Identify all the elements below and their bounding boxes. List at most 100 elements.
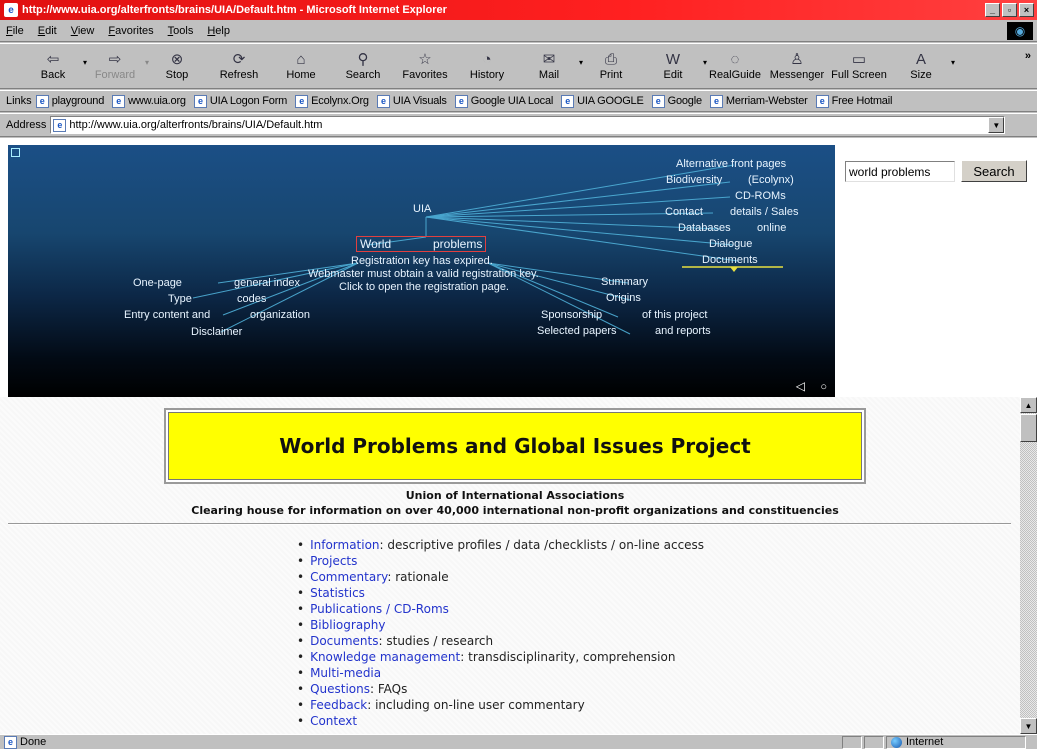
map-node-general-index[interactable]: general index (234, 277, 300, 289)
link-knowledge-management[interactable]: Knowledge management (310, 650, 460, 664)
menu-edit[interactable]: Edit (38, 25, 57, 37)
search-toolbar-button[interactable]: ⚲ Search (332, 44, 394, 88)
toolbar-overflow-icon[interactable]: » (1025, 50, 1031, 62)
map-node-of-this-project[interactable]: of this project (642, 309, 707, 321)
mail-button[interactable]: ✉ Mail ▾ (518, 44, 583, 88)
registration-notice-line3[interactable]: Click to open the registration page. (339, 281, 509, 293)
map-node-biodiversity[interactable]: Biodiversity (666, 174, 722, 186)
address-dropdown-icon[interactable]: ▼ (988, 117, 1005, 133)
link-questions[interactable]: Questions (310, 682, 370, 696)
scroll-down-icon[interactable]: ▼ (1020, 718, 1037, 734)
link-statistics[interactable]: Statistics (310, 586, 365, 600)
page-icon: e (4, 735, 17, 749)
map-node-entry-content[interactable]: Entry content and (124, 309, 210, 321)
org-name: Union of International Associations (405, 489, 625, 502)
vertical-scrollbar[interactable]: ▲ ▼ (1020, 397, 1037, 734)
list-item: Multi-media (297, 665, 704, 681)
registration-notice-line1[interactable]: Registration key has expired. (351, 255, 493, 267)
link-bibliography[interactable]: Bibliography (310, 618, 385, 632)
map-node-codes[interactable]: codes (237, 293, 266, 305)
map-node-origins[interactable]: Origins (606, 292, 641, 304)
map-node-details-sales[interactable]: details / Sales (730, 206, 798, 218)
map-back-icon[interactable]: ◁ (796, 379, 805, 393)
edit-button[interactable]: W Edit ▾ (642, 44, 707, 88)
link-uia-logon-form[interactable]: e UIA Logon Form (193, 94, 287, 108)
link-google[interactable]: e Google (651, 94, 702, 108)
list-item: Questions: FAQs (297, 681, 704, 697)
map-node-sponsorship[interactable]: Sponsorship (541, 309, 602, 321)
registration-notice-line2[interactable]: Webmaster must obtain a valid registrati… (308, 268, 539, 280)
list-item: Commentary: rationale (297, 569, 704, 585)
link-uia-google[interactable]: e UIA GOOGLE (561, 94, 644, 108)
search-button[interactable]: Search (961, 160, 1027, 182)
menu-favorites[interactable]: Favorites (108, 25, 153, 37)
page-icon: e (112, 94, 126, 108)
map-node-organization[interactable]: organization (250, 309, 310, 321)
link-ecolynx[interactable]: e Ecolynx.Org (295, 94, 369, 108)
map-node-ecolynx[interactable]: (Ecolynx) (748, 174, 794, 186)
realguide-button[interactable]: ◌ RealGuide (704, 44, 766, 88)
map-node-summary[interactable]: Summary (601, 276, 648, 288)
map-node-problems[interactable]: problems (433, 237, 482, 251)
link-multi-media[interactable]: Multi-media (310, 666, 381, 680)
link-merriam-webster[interactable]: e Merriam-Webster (709, 94, 808, 108)
menu-help[interactable]: Help (207, 25, 230, 37)
map-node-databases[interactable]: Databases (678, 222, 731, 234)
map-node-disclaimer[interactable]: Disclaimer (191, 326, 242, 338)
map-node-documents[interactable]: Documents (702, 254, 758, 266)
concept-map[interactable]: UIA World problems Alternative front pag… (8, 145, 835, 397)
map-node-type[interactable]: Type (168, 293, 192, 305)
map-home-icon[interactable]: ○ (820, 381, 827, 393)
back-button[interactable]: ⇦ Back ▾ (22, 44, 87, 88)
list-item: Projects (297, 553, 704, 569)
status-text-area: e Done (0, 735, 840, 749)
fullscreen-button[interactable]: ▭ Full Screen (828, 44, 890, 88)
menu-file[interactable]: File (6, 25, 24, 37)
forward-button[interactable]: ⇨ Forward ▾ (84, 44, 149, 88)
map-node-one-page[interactable]: One-page (133, 277, 182, 289)
ie-throbber-icon: ◉ (1007, 22, 1033, 40)
minimize-button[interactable]: _ (985, 3, 1000, 17)
link-information[interactable]: Information (310, 538, 379, 552)
size-dropdown-icon[interactable]: ▾ (951, 58, 955, 67)
menu-view[interactable]: View (71, 25, 95, 37)
map-node-selected-papers[interactable]: Selected papers (537, 325, 617, 337)
map-node-world[interactable]: World (360, 237, 391, 251)
link-documents[interactable]: Documents (310, 634, 378, 648)
scroll-thumb[interactable] (1020, 414, 1037, 442)
map-node-alternative-front-pages[interactable]: Alternative front pages (676, 158, 786, 170)
refresh-icon: ⟳ (232, 51, 246, 68)
link-publications[interactable]: Publications / CD-Roms (310, 602, 449, 616)
maximize-button[interactable]: ▫ (1002, 3, 1017, 17)
home-button[interactable]: ⌂ Home (270, 44, 332, 88)
map-node-dialogue[interactable]: Dialogue (709, 238, 752, 250)
history-icon: ◔ (482, 51, 492, 68)
search-input[interactable] (845, 161, 955, 182)
menu-tools[interactable]: Tools (168, 25, 194, 37)
map-node-contact[interactable]: Contact (665, 206, 703, 218)
scroll-up-icon[interactable]: ▲ (1020, 397, 1037, 413)
link-uia-org[interactable]: e www.uia.org (112, 94, 186, 108)
link-context[interactable]: Context (310, 714, 357, 728)
link-projects[interactable]: Projects (310, 554, 357, 568)
print-button[interactable]: ⎙ Print (580, 44, 642, 88)
favorites-button[interactable]: ☆ Favorites (394, 44, 456, 88)
stop-button[interactable]: ⊗ Stop (146, 44, 208, 88)
link-google-uia-local[interactable]: e Google UIA Local (454, 94, 553, 108)
size-button[interactable]: A Size ▾ (890, 44, 955, 88)
link-free-hotmail[interactable]: e Free Hotmail (815, 94, 892, 108)
map-node-and-reports[interactable]: and reports (655, 325, 711, 337)
close-button[interactable]: × (1019, 3, 1034, 17)
map-node-cd-roms[interactable]: CD-ROMs (735, 190, 786, 202)
link-commentary[interactable]: Commentary (310, 570, 387, 584)
address-input[interactable]: e http://www.uia.org/alterfronts/brains/… (50, 116, 1006, 134)
link-feedback[interactable]: Feedback (310, 698, 367, 712)
map-node-online[interactable]: online (757, 222, 786, 234)
history-button[interactable]: ◔ History (456, 44, 518, 88)
link-playground[interactable]: e playground (35, 94, 104, 108)
link-uia-visuals[interactable]: e UIA Visuals (376, 94, 447, 108)
map-node-uia[interactable]: UIA (413, 203, 431, 215)
refresh-button[interactable]: ⟳ Refresh (208, 44, 270, 88)
section-list: Information: descriptive profiles / data… (297, 537, 704, 729)
messenger-button[interactable]: ♙ Messenger (766, 44, 828, 88)
